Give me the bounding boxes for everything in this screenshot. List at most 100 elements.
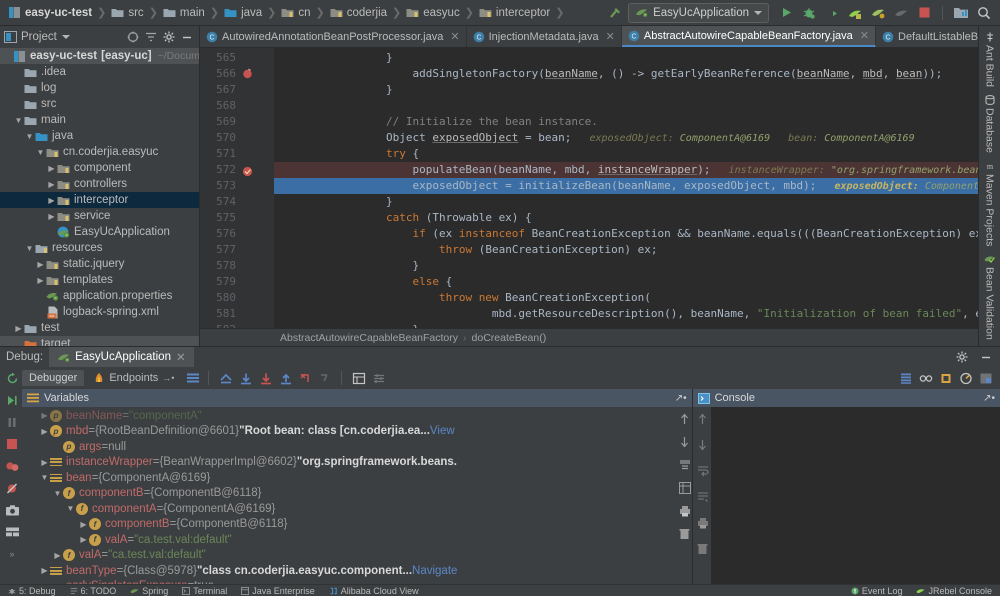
gutter-cell[interactable] [242,182,264,198]
debug-toolbar[interactable]: Debugger Endpoints →• [0,367,1000,389]
evaluate-expression-icon[interactable] [351,370,367,386]
gutter-cell[interactable] [242,100,264,116]
close-icon[interactable]: ✕ [860,29,869,42]
watches-icon[interactable] [918,370,934,386]
chevron-right-icon[interactable]: ▶ [39,427,50,436]
gutter-cell[interactable] [242,116,264,132]
editor-tab-injectionmetadata-java[interactable]: CInjectionMetadata.java✕ [467,26,622,47]
profile-icon[interactable] [868,3,888,23]
code-line[interactable]: populateBean(beanName, mbd, instanceWrap… [274,162,978,178]
trash-icon[interactable] [677,526,693,542]
breadcrumb-item-coderjia[interactable]: coderjia [326,0,391,26]
trash-icon[interactable] [695,541,711,557]
breadcrumb-item-easyuc[interactable]: easyuc [402,0,463,26]
close-icon[interactable]: ✕ [450,30,459,43]
variable-row-args[interactable]: pargs = null [22,439,676,455]
code-line[interactable]: mbd.getResourceDescription(), beanName, … [274,306,978,322]
hammer-icon[interactable] [605,3,625,23]
status-item-alibaba-cloud-view[interactable]: Alibaba Cloud View [329,586,419,596]
print-icon[interactable] [695,515,711,531]
gutter-cell[interactable] [242,246,264,262]
gutter-cell[interactable] [242,84,264,100]
variable-row-vala[interactable]: ▶fvalA = "ca.test.val:default" [22,532,676,548]
chevron-right-icon[interactable]: ▶ [46,164,57,173]
tree-item-test[interactable]: ▶test [0,320,199,336]
chevron-down-icon[interactable] [754,11,762,15]
debug-session-tab[interactable]: EasyUcApplication ✕ [49,347,194,367]
variable-row-beanname[interactable]: ▶pbeanName = "componentA" [22,408,676,424]
breakpoint-icon[interactable] [242,166,264,182]
tab-endpoints[interactable]: Endpoints →• [86,370,181,386]
editor-breadcrumb-item[interactable]: doCreateBean() [472,332,547,344]
gutter-cell[interactable] [242,198,264,214]
threads-icon[interactable] [898,370,914,386]
variables-tree[interactable]: ▶pbeanName = "componentA"▶pmbd = {RootBe… [22,407,676,584]
status-bar-right[interactable]: Event LogJRebel Console [851,586,992,596]
tree-item-resources[interactable]: ▼resources [0,240,199,256]
breadcrumb-item-main[interactable]: main [159,0,209,26]
gutter-cell[interactable] [242,214,264,230]
hide-icon[interactable] [179,29,195,45]
chevron-down-icon[interactable]: ▼ [13,116,24,125]
editor-tabs[interactable]: CAutowiredAnnotationBeanPostProcessor.ja… [200,26,978,48]
settings-icon[interactable]: ↗• [675,393,687,404]
expand-collapse-icon[interactable] [143,29,159,45]
code-editor[interactable]: 5655665675685695705715725735745755765775… [200,48,978,328]
console-output[interactable] [711,407,1000,584]
tree-item-log[interactable]: log [0,80,199,96]
code-line[interactable]: } [274,322,978,328]
variable-row-beantype[interactable]: ▶beanType = {Class@5978} "class cn.coder… [22,563,676,579]
settings-icon[interactable] [371,370,387,386]
variable-row-componenta[interactable]: ▼fcomponentA = {ComponentA@6169} [22,501,676,517]
gear-icon[interactable] [161,29,177,45]
editor-tab-autowiredannotationbeanpostprocessor-java[interactable]: CAutowiredAnnotationBeanPostProcessor.ja… [200,26,467,47]
rerun-icon[interactable] [4,370,20,386]
chevron-right-icon[interactable]: ▶ [78,520,89,529]
debug-icon[interactable] [799,3,819,23]
code-line[interactable]: catch (Throwable ex) { [274,210,978,226]
screenshot-icon[interactable] [4,502,20,518]
show-execution-point-icon[interactable] [218,370,234,386]
compact-icon[interactable] [677,457,693,473]
variable-row-bean[interactable]: ▼bean = {ComponentA@6169} [22,470,676,486]
close-icon[interactable]: ✕ [606,30,615,43]
variable-row-componentb[interactable]: ▶fcomponentB = {ComponentB@6118} [22,517,676,533]
right-tool-strip[interactable]: Ant BuildDatabasemMaven ProjectsBean Val… [978,26,1000,346]
tree-item-component[interactable]: ▶component [0,160,199,176]
code-line[interactable]: } [274,82,978,98]
tree-item-controllers[interactable]: ▶controllers [0,176,199,192]
tab-debugger[interactable]: Debugger [22,370,84,386]
status-item-jrebel-console[interactable]: JRebel Console [916,586,992,596]
tree-item-application-properties[interactable]: application.properties [0,288,199,304]
status-item-spring[interactable]: Spring [130,586,168,596]
search-everywhere-icon[interactable] [974,3,994,23]
chevron-right-icon[interactable]: ▶ [52,551,63,560]
gear-icon[interactable] [954,349,970,365]
chevron-right-icon[interactable]: ▶ [78,535,89,544]
gutter-cell[interactable] [242,50,264,66]
tree-item-interceptor[interactable]: ▶interceptor [0,192,199,208]
up-arrow-icon[interactable] [677,411,693,427]
tree-item-java[interactable]: ▼java [0,128,199,144]
editor-breadcrumb-item[interactable]: AbstractAutowireCapableBeanFactory [280,332,458,344]
tree-item-main[interactable]: ▼main [0,112,199,128]
export-icon[interactable] [695,489,711,505]
code-line[interactable]: exposedObject = initializeBean(beanName,… [274,178,978,194]
code-line[interactable]: addSingletonFactory(beanName, () -> getE… [274,66,978,82]
breadcrumb-item-cn[interactable]: cn [277,0,314,26]
chevron-down-icon[interactable]: ▼ [65,504,76,513]
tree-item-easy-uc-test[interactable]: easy-uc-test [easy-uc]~/Documents [0,48,199,64]
chevron-right-icon[interactable]: ▶ [35,276,46,285]
tool-window-tab-database[interactable]: Database [984,95,996,153]
tool-window-tab-maven-projects[interactable]: mMaven Projects [984,161,996,246]
status-item-5--debug[interactable]: 5: Debug [8,586,56,596]
gutter-cell[interactable] [242,294,264,310]
variable-row-vala[interactable]: ▶fvalA = "ca.test.val:default" [22,548,676,564]
close-icon[interactable]: ✕ [176,350,186,364]
chevron-down-icon[interactable]: ▼ [35,148,46,157]
step-out-icon[interactable] [298,370,314,386]
code-line[interactable]: if (ex instanceof BeanCreationException … [274,226,978,242]
tree-item-static-jquery[interactable]: ▶static.jquery [0,256,199,272]
chevron-right-icon[interactable]: ▶ [46,196,57,205]
view-breakpoints-icon[interactable] [4,458,20,474]
